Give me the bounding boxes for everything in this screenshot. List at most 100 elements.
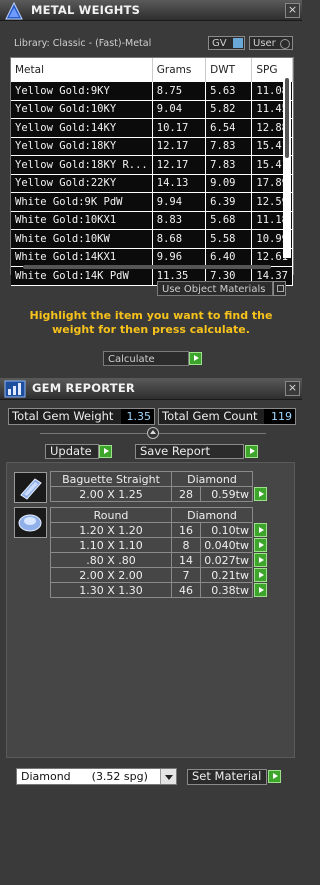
total-gem-count-box: Total Gem Count 119 [158,408,296,425]
metal-name: Yellow Gold:18KY [11,137,153,156]
metal-grams: 8.83 [152,211,207,230]
update-go-icon[interactable] [99,445,112,458]
metal-row[interactable]: Yellow Gold:14KY 10.17 6.54 12.88 [11,118,293,138]
gem-reporter-title: GEM REPORTER [32,381,135,395]
gem-shape-label: Round [50,507,172,523]
close-icon[interactable]: × [285,3,300,18]
metal-dwt: 9.09 [205,174,253,193]
total-gem-count-label: Total Gem Count [162,409,258,423]
gem-row[interactable]: 1.20 X 1.20 16 0.10tw [50,522,268,538]
metal-row[interactable]: Yellow Gold:9KY 8.75 5.63 11.08 [11,82,293,101]
gem-row-go-icon[interactable] [254,552,267,567]
round-gem-thumbnail[interactable] [14,507,47,538]
metal-name: White Gold:9K PdW [11,192,153,212]
gem-size: 2.00 X 2.00 [50,567,172,583]
gem-size: 1.20 X 1.20 [50,522,172,538]
metal-table-grid: Metal Grams DWT SPG Yellow Gold:9KY 8.75 5… [11,58,293,286]
metal-row[interactable]: White Gold:10KW 8.68 5.58 10.99 [11,229,293,249]
metal-row[interactable]: White Gold:10KX1 8.83 5.68 11.18 [11,211,293,230]
gem-row[interactable]: 1.30 X 1.30 46 0.38tw [50,582,268,598]
gem-size: 1.10 X 1.10 [50,537,172,553]
material-select-value: Diamond (3.52 spg) [21,770,148,783]
metal-dwt: 6.39 [205,192,253,212]
metal-grams: 14.13 [152,174,207,193]
update-button[interactable]: Update [45,444,99,459]
metal-dwt: 5.58 [205,229,253,249]
gem-group-header: Round Diamond [50,507,268,523]
metal-grams: 8.68 [152,229,207,249]
save-report-button[interactable]: Save Report [135,444,244,459]
column-header-metal[interactable]: Metal [11,58,153,82]
metal-weights-title: METAL WEIGHTS [31,3,141,17]
gem-size: 1.30 X 1.30 [50,582,172,598]
gem-group-header: Baguette Straight Diamond [50,471,268,487]
save-report-go-icon[interactable] [245,445,258,458]
gem-row-go-icon[interactable] [254,567,267,582]
metal-flask-icon [5,1,23,20]
gem-row[interactable]: 2.00 X 2.00 7 0.21tw [50,567,268,583]
chevron-down-icon[interactable] [160,769,176,784]
vertical-scrollbar[interactable] [283,78,291,258]
metal-weights-header: METAL WEIGHTS × [0,0,302,21]
vertical-scroll-thumb[interactable] [285,78,289,158]
metal-row[interactable]: Yellow Gold:18KY 12.17 7.83 15.41 [11,137,293,156]
gv-toggle[interactable]: GV [208,36,245,50]
gem-row[interactable]: .80 X .80 14 0.027tw [50,552,268,568]
total-gem-weight-label: Total Gem Weight [12,409,114,423]
metal-name: White Gold:14K PdW [11,266,153,286]
gem-weight: 0.38tw [200,582,253,598]
metal-row[interactable]: White Gold:14KX1 9.96 6.40 12.61 [11,248,293,267]
user-radio-icon [280,39,290,49]
metal-row[interactable]: Yellow Gold:10KY 9.04 5.82 11.45 [11,100,293,119]
metal-grams: 9.04 [152,100,207,119]
use-object-materials-button[interactable] [273,281,286,296]
metal-row[interactable]: Yellow Gold:22KY 14.13 9.09 17.89 [11,174,293,193]
baguette-gem-thumbnail[interactable] [14,472,47,503]
user-toggle[interactable]: User [249,36,293,50]
metal-grams: 9.94 [152,192,207,212]
close-icon[interactable]: × [285,381,300,396]
gem-count: 28 [171,486,201,502]
gem-reporter-header: GEM REPORTER × [0,378,302,400]
gem-row-go-icon[interactable] [254,537,267,552]
baguette-gem-icon [20,478,42,500]
gem-row-go-icon[interactable] [254,486,267,501]
metal-row[interactable]: White Gold:9K PdW 9.94 6.39 12.59 [11,192,293,212]
metal-grams: 10.17 [152,118,207,138]
set-material-button[interactable]: Set Material [187,769,267,785]
gv-label: GV [212,38,227,49]
calculate-field[interactable]: Calculate [103,351,189,366]
collapse-chevron-icon[interactable] [147,427,159,439]
calculate-go-icon[interactable] [189,352,202,365]
column-header-dwt[interactable]: DWT [205,58,253,82]
metal-dwt: 7.83 [205,155,253,175]
gem-row[interactable]: 2.00 X 1.25 28 0.59tw [50,486,268,502]
metal-name: White Gold:10KW [11,229,153,249]
gem-row-go-icon[interactable] [254,582,267,597]
metal-dwt: 5.82 [205,100,253,119]
metal-grams: 8.75 [152,82,207,101]
gem-list-area: Baguette Straight Diamond 2.00 X 1.25 28… [6,462,295,758]
gem-material-label: Diamond [171,471,253,487]
gem-row[interactable]: 1.10 X 1.10 8 0.040tw [50,537,268,553]
gem-shape-label: Baguette Straight [50,471,172,487]
metal-table[interactable]: Metal Grams DWT SPG Yellow Gold:9KY 8.75 5… [10,57,294,286]
use-object-materials-field[interactable]: Use Object Materials [157,281,273,296]
gem-size: .80 X .80 [50,552,172,568]
gem-weight: 0.10tw [200,522,253,538]
metal-row[interactable]: Yellow Gold:18KY R... 12.17 7.83 15.41 [11,155,293,175]
material-select[interactable]: Diamond (3.52 spg) [16,768,177,785]
user-label: User [253,38,276,49]
column-header-grams[interactable]: Grams [152,58,207,82]
gem-row-go-icon[interactable] [254,522,267,537]
gem-material-label: Diamond [171,507,253,523]
horizontal-scrollbar[interactable] [23,265,271,269]
set-material-go-icon[interactable] [268,770,281,783]
instructions-text: Highlight the item you want to find the … [29,309,273,336]
gem-count: 14 [171,552,201,568]
gem-count: 46 [171,582,201,598]
metal-dwt: 7.83 [205,137,253,156]
gem-count: 8 [171,537,201,553]
metal-dwt: 6.40 [205,248,253,267]
metal-grams: 12.17 [152,155,207,175]
